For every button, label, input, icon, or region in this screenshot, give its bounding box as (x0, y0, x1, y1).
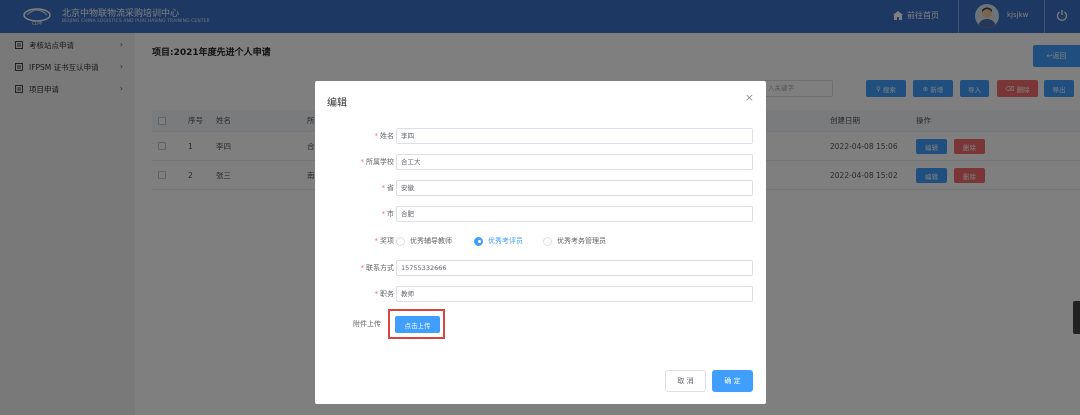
confirm-button[interactable]: 确 定 (712, 370, 753, 392)
field-label: * 市 (381, 210, 395, 218)
radio-label: 优秀考评员 (488, 237, 523, 245)
close-icon[interactable]: × (745, 91, 754, 104)
school-field[interactable]: 合工大 (396, 154, 753, 170)
edit-dialog: 编辑 × * 姓名 李四 * 所属学校 合工大 * 省 安徽 * 市 合肥 * 奖项 优秀… (315, 81, 766, 404)
position-field[interactable]: 教师 (396, 286, 753, 302)
field-label: * 联系方式 (360, 264, 395, 272)
radio-circle (474, 236, 483, 246)
cancel-button[interactable]: 取 消 (665, 370, 706, 392)
form-row-phone: * 联系方式 15755332666 (315, 259, 766, 277)
upload-button[interactable]: 点击上传 (395, 316, 440, 333)
form-row-school: * 所属学校 合工大 (315, 153, 766, 171)
award-radio-admin[interactable]: 优秀考务管理员 (543, 232, 606, 250)
field-label: * 所属学校 (360, 158, 395, 166)
form-row-name: * 姓名 李四 (315, 127, 766, 145)
radio-label: 优秀考务管理员 (557, 237, 606, 245)
upload-label: 附件上传 (353, 320, 381, 328)
dialog-title: 编辑 (327, 98, 347, 109)
form-row-award: * 奖项 优秀辅导教师 优秀考评员 优秀考务管理员 (315, 232, 766, 250)
city-field[interactable]: 合肥 (396, 206, 753, 222)
award-radio-examiner[interactable]: 优秀考评员 (474, 232, 523, 250)
form-row-province: * 省 安徽 (315, 179, 766, 197)
form-row-position: * 职务 教师 (315, 285, 766, 303)
name-field[interactable]: 李四 (396, 128, 753, 144)
field-label: * 省 (381, 184, 395, 192)
radio-circle (396, 236, 405, 246)
field-label: * 姓名 (374, 132, 395, 140)
field-label: * 奖项 (374, 237, 395, 245)
radio-circle (543, 236, 552, 246)
province-field[interactable]: 安徽 (396, 180, 753, 196)
form-row-city: * 市 合肥 (315, 205, 766, 223)
phone-field[interactable]: 15755332666 (396, 260, 753, 276)
upload-highlight: 点击上传 (388, 309, 445, 339)
award-radio-tutor[interactable]: 优秀辅导教师 (396, 232, 452, 250)
radio-label: 优秀辅导教师 (410, 237, 452, 245)
field-label: * 职务 (374, 290, 395, 298)
